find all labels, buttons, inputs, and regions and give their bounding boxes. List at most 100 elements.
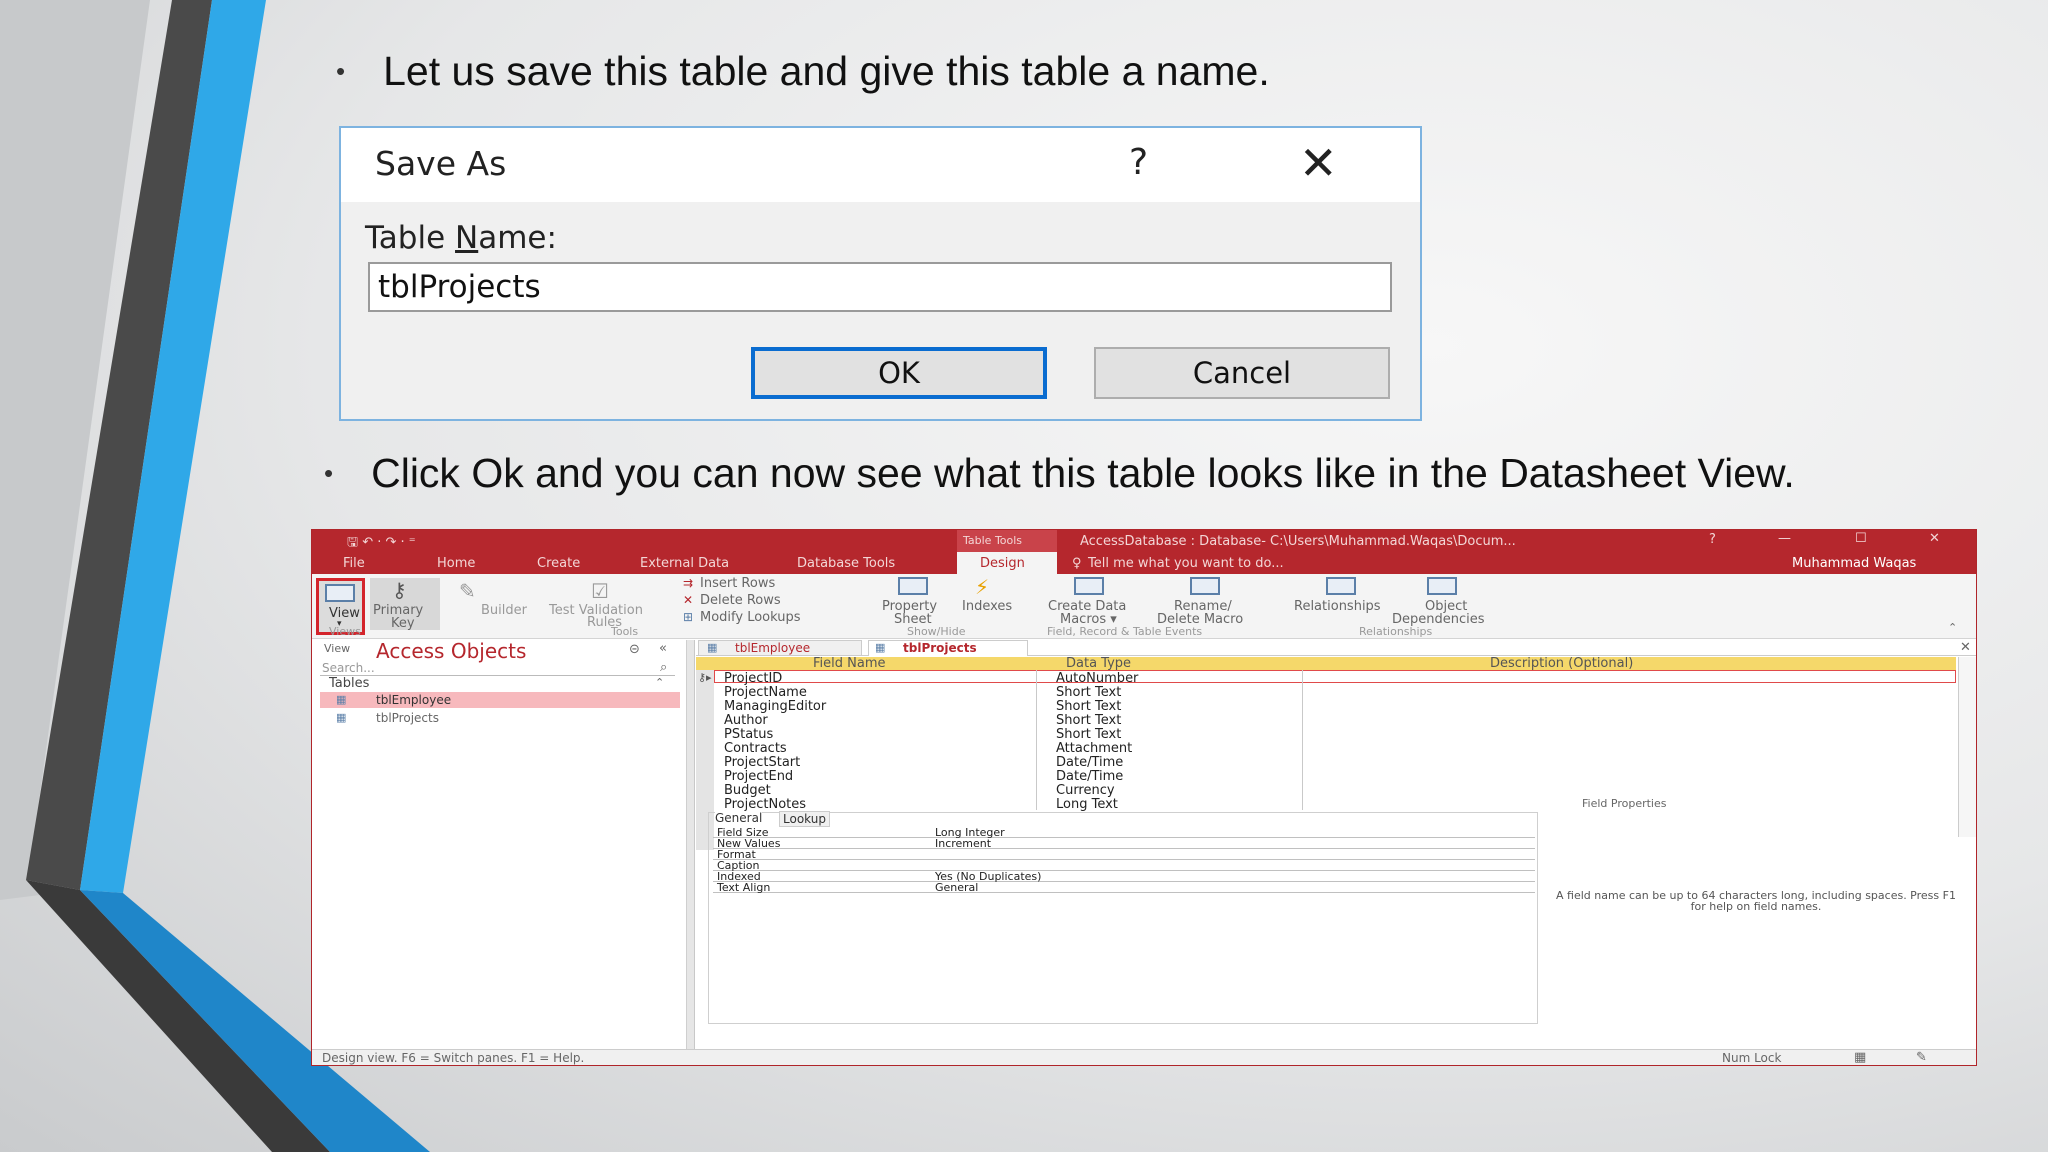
window-help-button[interactable]: ?	[1709, 532, 1716, 547]
table-row[interactable]: ProjectID AutoNumber	[714, 671, 1956, 686]
relationships-icon	[1326, 577, 1356, 595]
delete-rows-button[interactable]: Delete Rows	[700, 593, 781, 608]
data-type-cell[interactable]: Short Text	[1056, 727, 1121, 742]
tab-lookup[interactable]: Lookup	[779, 811, 830, 827]
section-collapse-icon[interactable]: ⌃	[655, 676, 664, 689]
tab-general[interactable]: General	[715, 811, 763, 825]
property-row[interactable]: Caption	[713, 859, 1535, 872]
table-row[interactable]: Contracts Attachment	[714, 741, 1956, 756]
close-icon[interactable]: ✕	[1299, 136, 1338, 190]
property-row[interactable]: Field Size Long Integer	[713, 826, 1535, 839]
table-row[interactable]: Author Short Text	[714, 713, 1956, 728]
data-type-cell[interactable]: Attachment	[1056, 741, 1132, 756]
doc-tab-tblprojects[interactable]: ▦ tblProjects	[868, 640, 1028, 656]
property-row[interactable]: Format	[713, 848, 1535, 861]
property-row[interactable]: New Values Increment	[713, 837, 1535, 850]
table-row[interactable]: ManagingEditor Short Text	[714, 699, 1956, 714]
doc-tab-tblemployee[interactable]: ▦ tblEmployee	[698, 640, 862, 656]
grid-rows: ProjectID AutoNumber ProjectName Short Tex…	[714, 671, 1956, 812]
tab-home[interactable]: Home	[437, 556, 475, 571]
group-relationships: Relationships	[1359, 625, 1433, 638]
maximize-button[interactable]: ☐	[1855, 531, 1867, 546]
table-name-input[interactable]: tblProjects	[368, 262, 1392, 312]
grid-scrollbar[interactable]	[1958, 657, 1976, 837]
bullet-icon: •	[324, 458, 334, 488]
field-name-cell[interactable]: PStatus	[724, 727, 773, 742]
field-name-cell[interactable]: ManagingEditor	[724, 699, 826, 714]
table-row[interactable]: PStatus Short Text	[714, 727, 1956, 742]
doc-tab-label: tblEmployee	[735, 641, 811, 655]
field-name-cell[interactable]: Author	[724, 713, 768, 728]
tab-create[interactable]: Create	[537, 556, 580, 571]
object-dependencies-icon	[1427, 577, 1457, 595]
property-name: Text Align	[717, 881, 771, 894]
close-document-icon[interactable]: ✕	[1960, 640, 1971, 655]
relationships-button[interactable]: Relationships	[1294, 599, 1381, 614]
property-value[interactable]: General	[935, 881, 978, 894]
nav-item-tblprojects[interactable]: ▦ tblProjects	[320, 710, 680, 726]
ribbon-tabs: File Home Create External Data Database …	[312, 552, 1976, 574]
ok-button[interactable]: OK	[751, 347, 1047, 399]
modify-lookups-button[interactable]: Modify Lookups	[700, 610, 801, 625]
field-name-cell[interactable]: ProjectID	[724, 671, 782, 686]
insert-rows-button[interactable]: Insert Rows	[700, 576, 775, 591]
table-row[interactable]: Budget Currency	[714, 783, 1956, 798]
data-type-cell[interactable]: AutoNumber	[1056, 671, 1138, 686]
field-name-cell[interactable]: ProjectName	[724, 685, 807, 700]
field-name-cell[interactable]: ProjectStart	[724, 755, 800, 770]
indexes-icon: ⚡	[975, 575, 990, 599]
header-description[interactable]: Description (Optional)	[1490, 656, 1633, 671]
tab-database-tools[interactable]: Database Tools	[797, 556, 895, 571]
data-type-cell[interactable]: Currency	[1056, 783, 1115, 798]
datasheet-view-icon[interactable]: ▦	[1854, 1050, 1866, 1065]
collapse-nav-icon[interactable]: «	[659, 641, 667, 656]
header-field-name[interactable]: Field Name	[813, 656, 886, 671]
field-name-cell[interactable]: Contracts	[724, 741, 787, 756]
data-type-cell[interactable]: Long Text	[1056, 797, 1118, 812]
group-tools: Tools	[611, 625, 639, 638]
tell-me-box[interactable]: Tell me what you want to do...	[1088, 556, 1284, 571]
table-row[interactable]: ProjectStart Date/Time	[714, 755, 1956, 770]
table-row[interactable]: ProjectName Short Text	[714, 685, 1956, 700]
field-name-cell[interactable]: ProjectEnd	[724, 769, 793, 784]
help-button[interactable]: ?	[1129, 142, 1148, 183]
dialog-title: Save As	[375, 144, 507, 183]
indexes-button[interactable]: Indexes	[962, 599, 1012, 614]
field-name-cell[interactable]: ProjectNotes	[724, 797, 806, 812]
user-name[interactable]: Muhammad Waqas	[1792, 556, 1916, 571]
minimize-button[interactable]: —	[1778, 531, 1791, 546]
nav-menu-icon[interactable]: ⊝	[629, 642, 640, 657]
delete-rows-icon: ✕	[683, 593, 694, 607]
bullet-save-table: • Let us save this table and give this t…	[336, 48, 1270, 95]
data-type-cell[interactable]: Short Text	[1056, 699, 1121, 714]
property-row[interactable]: Text Align General	[713, 881, 1535, 894]
table-row[interactable]: ProjectNotes Long Text	[714, 797, 1956, 812]
property-rows: Field Size Long Integer New Values Increme…	[713, 826, 1537, 897]
nav-search-box[interactable]: Search... ⌕	[320, 660, 675, 676]
table-icon: ▦	[875, 641, 886, 654]
collapse-ribbon-icon[interactable]: ⌃	[1948, 621, 1957, 634]
data-type-cell[interactable]: Date/Time	[1056, 755, 1123, 770]
header-data-type[interactable]: Data Type	[1066, 656, 1131, 671]
status-bar: Design view. F6 = Switch panes. F1 = Hel…	[312, 1049, 1976, 1065]
builder-button[interactable]: Builder	[481, 603, 527, 618]
window-close-button[interactable]: ✕	[1929, 531, 1940, 546]
cancel-button[interactable]: Cancel	[1094, 347, 1390, 399]
modify-lookups-icon: ⊞	[683, 610, 694, 624]
property-row[interactable]: Indexed Yes (No Duplicates)	[713, 870, 1535, 883]
data-type-cell[interactable]: Short Text	[1056, 685, 1121, 700]
pane-splitter[interactable]	[687, 640, 695, 1049]
design-view-icon[interactable]: ✎	[1916, 1050, 1927, 1065]
field-name-cell[interactable]: Budget	[724, 783, 771, 798]
nav-section-tables[interactable]: Tables	[329, 676, 369, 691]
tab-design[interactable]: Design	[980, 556, 1025, 571]
data-type-cell[interactable]: Date/Time	[1056, 769, 1123, 784]
nav-item-tblemployee[interactable]: ▦ tblEmployee	[320, 692, 680, 708]
nav-title[interactable]: Access Objects	[376, 639, 526, 663]
nav-item-label: tblProjects	[376, 711, 439, 725]
primary-key-button[interactable]: ⚷ Primary Key	[370, 578, 440, 631]
data-type-cell[interactable]: Short Text	[1056, 713, 1121, 728]
tab-file[interactable]: File	[343, 556, 365, 571]
tab-external-data[interactable]: External Data	[640, 556, 729, 571]
table-row[interactable]: ProjectEnd Date/Time	[714, 769, 1956, 784]
